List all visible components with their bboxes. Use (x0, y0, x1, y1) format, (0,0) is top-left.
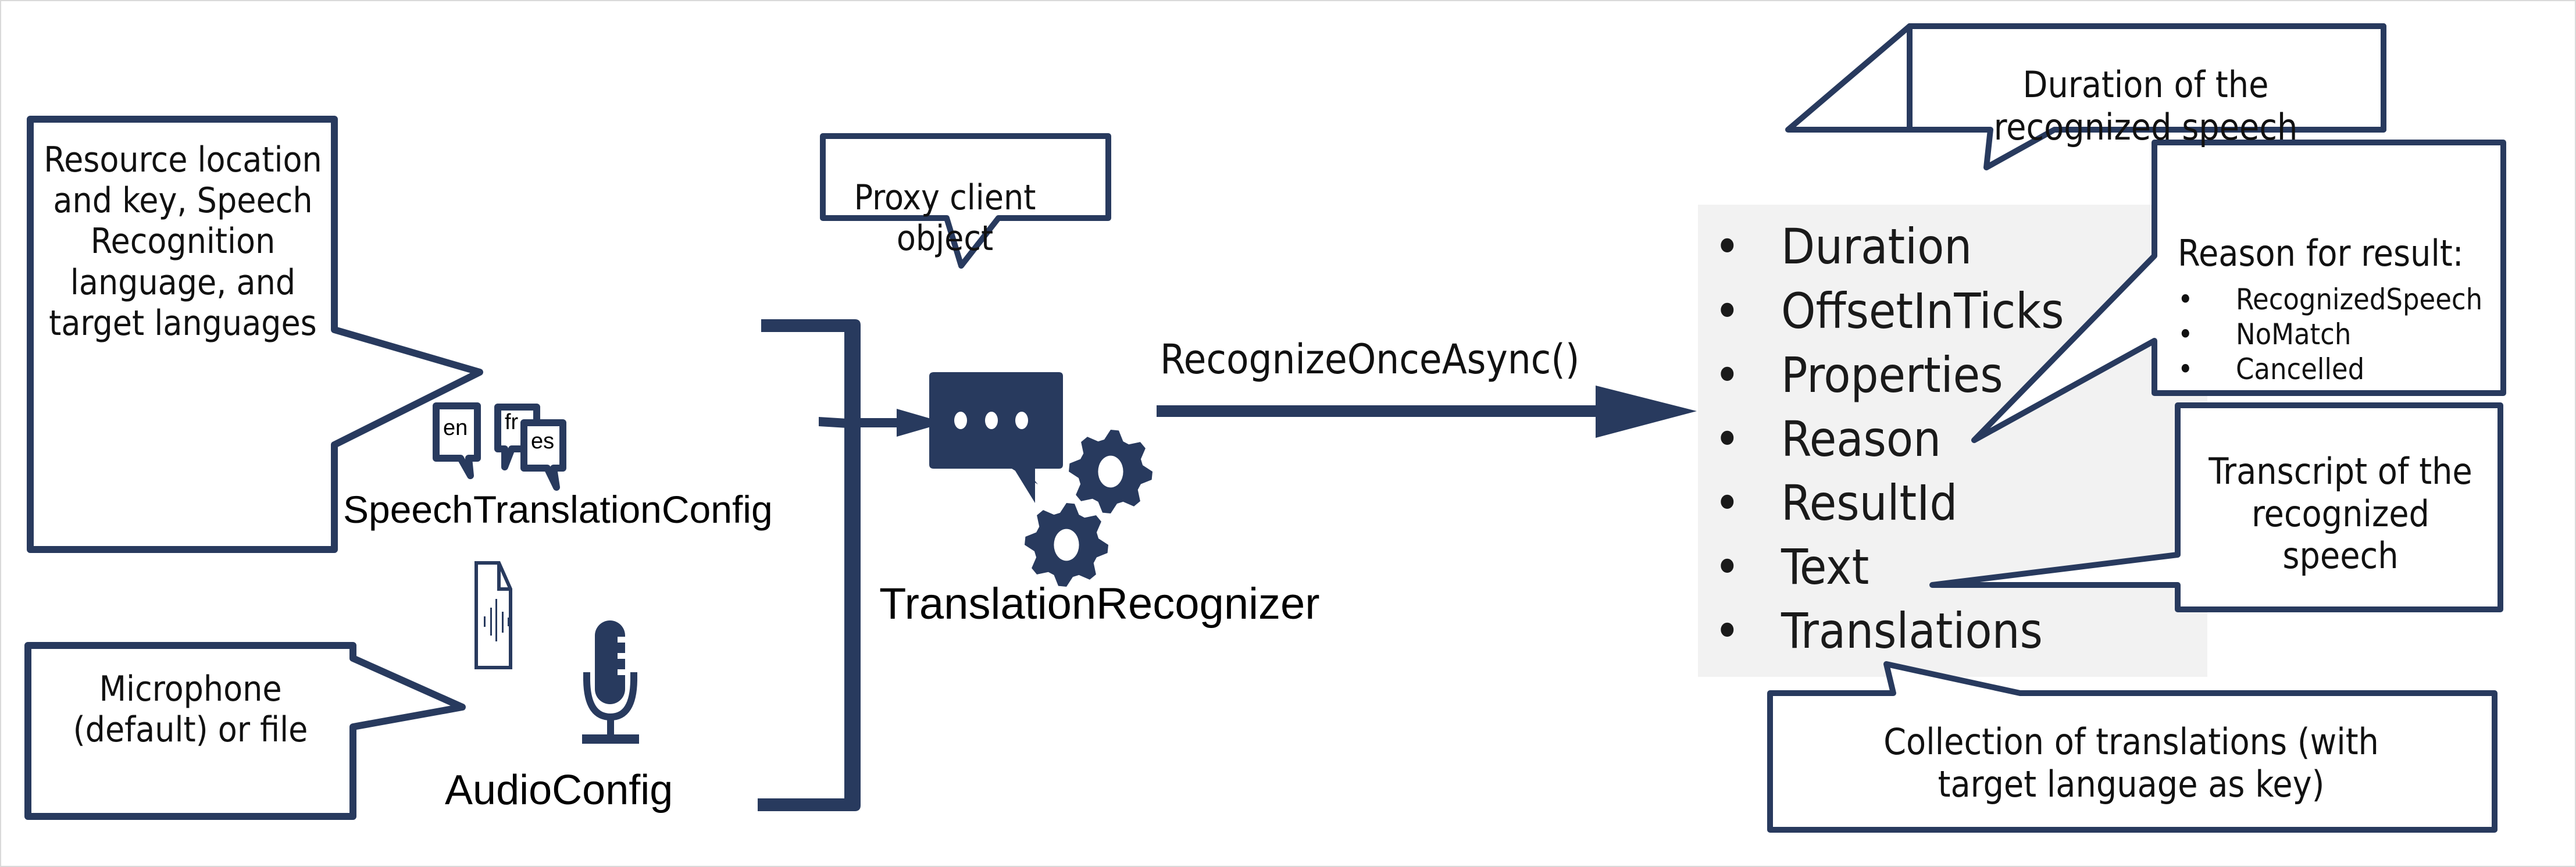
result-property-item: • Translations (1710, 602, 2043, 659)
result-property-label: Translations (1781, 602, 2043, 659)
bullet-icon: • (1714, 538, 1740, 595)
proxy-callout-text: Proxy client object (854, 177, 1036, 259)
audio-callout-text: Microphone (default) or file (73, 669, 308, 751)
translations-callout-text: Collection of translations (with target … (1883, 720, 2379, 805)
recognizer-label: TranslationRecognizer (879, 579, 1320, 629)
reason-callout-title: Reason for result: (2178, 232, 2464, 274)
reason-values-list: • RecognizedSpeech • NoMatch • Cancelled (2178, 282, 2482, 387)
language-bubble-en: en (443, 416, 468, 440)
result-property-label: Properties (1781, 347, 2003, 404)
language-bubble-es: es (531, 429, 555, 454)
bullet-icon: • (1714, 347, 1740, 404)
chat-icon (929, 372, 1063, 503)
bullet-icon: • (1714, 474, 1740, 531)
duration-callout-text: Duration of the recognized speech (1993, 63, 2298, 148)
reason-value: • Cancelled (2178, 352, 2365, 386)
recognize-arrow (1157, 386, 1697, 438)
result-property-item: • Reason (1710, 411, 1941, 468)
gear-hole (1054, 529, 1079, 561)
audio-file-icon (474, 561, 512, 669)
gear-hole (1098, 455, 1123, 488)
config-connector (819, 417, 847, 428)
input-bracket (758, 319, 861, 811)
reason-value: • RecognizedSpeech (2178, 283, 2483, 316)
result-property-label: OffsetInTicks (1781, 283, 2064, 340)
reason-value: • NoMatch (2178, 317, 2352, 351)
bullet-icon: • (1714, 602, 1740, 659)
result-property-label: Text (1781, 538, 1869, 595)
config-callout-text: Resource location and key, Speech Recogn… (44, 140, 322, 344)
method-label: RecognizeOnceAsync() (1160, 336, 1580, 383)
bullet-icon: • (1714, 411, 1740, 468)
audio-label: AudioConfig (445, 767, 673, 814)
bullet-icon: • (1714, 218, 1740, 275)
result-property-label: ResultId (1781, 474, 1958, 531)
result-property-item: • Properties (1710, 347, 2003, 404)
result-property-item: • OffsetInTicks (1710, 283, 2064, 340)
config-label: SpeechTranslationConfig (343, 488, 773, 531)
text-callout-text: Transcript of the recognized speech (2208, 450, 2472, 577)
bullet-icon: • (1714, 283, 1740, 340)
result-property-item: • ResultId (1710, 474, 1957, 531)
result-property-label: Duration (1781, 218, 1972, 275)
microphone-icon (582, 620, 639, 744)
result-property-item: • Duration (1710, 218, 1972, 275)
result-property-item: • Text (1710, 538, 1869, 595)
language-bubble-fr: fr (505, 410, 519, 434)
result-property-label: Reason (1781, 411, 1942, 468)
